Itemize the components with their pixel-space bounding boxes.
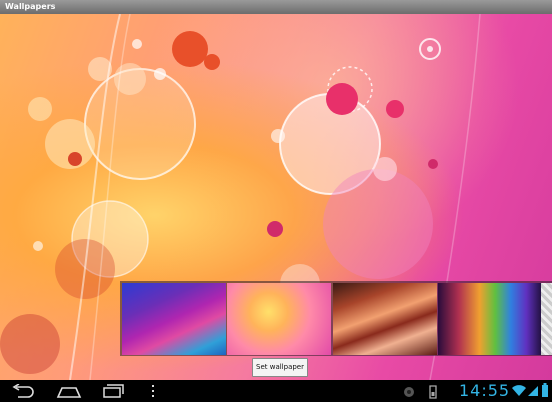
back-icon[interactable] — [10, 384, 36, 398]
window-title: Wallpapers — [0, 0, 552, 14]
signal-icon — [528, 386, 538, 396]
recent-apps-icon[interactable] — [102, 384, 124, 398]
wifi-icon — [512, 385, 526, 396]
wallpaper-thumbnail-5[interactable] — [541, 283, 552, 355]
sd-card-icon[interactable] — [428, 385, 438, 399]
home-icon[interactable] — [56, 386, 82, 398]
wallpaper-thumbnail-3[interactable] — [333, 283, 437, 355]
wallpaper-thumbnail-2[interactable] — [227, 283, 331, 355]
wallpaper-thumbnail-1[interactable] — [122, 283, 226, 355]
wallpaper-thumbnail-4[interactable] — [438, 283, 542, 355]
menu-icon[interactable] — [150, 385, 156, 398]
battery-icon — [542, 383, 548, 397]
status-clock: 14:55 — [459, 381, 511, 400]
set-wallpaper-button[interactable]: Set wallpaper — [252, 358, 308, 377]
notification-icon[interactable] — [403, 386, 415, 398]
